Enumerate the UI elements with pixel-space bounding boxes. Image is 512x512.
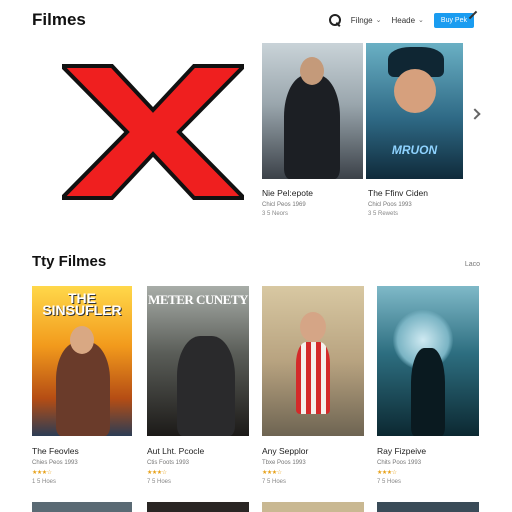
movie-meta: 3 5 Rewets	[368, 211, 399, 217]
star-icon: ★★★☆	[147, 470, 167, 476]
movie-meta: 1 5 Hoes	[32, 479, 57, 485]
poster-figure-head	[300, 57, 324, 85]
nav-dropdown-1-label: Filnge	[350, 15, 373, 25]
movie-meta: 3 5 Neors	[262, 211, 289, 217]
movie-title[interactable]: Aut Lht. Pcocle	[147, 446, 204, 456]
movie-subtitle: Chits Poos 1993	[377, 460, 422, 466]
star-icon: ★★★☆	[32, 470, 52, 476]
poster-title-text: MRUON	[391, 143, 438, 157]
top-caption-1: Nie Pel:epote Chicl Peos 1969 3 5 Neors	[262, 188, 313, 217]
star-icon: ★★★☆	[377, 470, 397, 476]
nav-dropdown-1[interactable]: Filnge ⌄	[351, 16, 382, 25]
app-title: Filmes	[32, 10, 86, 29]
movie-subtitle: Chicl Peos 1969	[262, 202, 306, 208]
red-x-mark	[62, 64, 244, 200]
poster-figure	[411, 348, 445, 436]
see-more-link[interactable]: Laco	[465, 261, 480, 268]
poster-figure-head	[300, 312, 326, 342]
movie-subtitle: Chies Peos 1993	[32, 460, 78, 466]
movie-subtitle: Tbxe Poos 1993	[262, 460, 306, 466]
grid-caption-4: Ray Fizpeive Chits Poos 1993 ★★★☆ 7 5 Ho…	[377, 446, 426, 485]
poster-title-text: THE SINSUFLER	[42, 290, 122, 318]
chevron-right-icon[interactable]	[469, 108, 481, 120]
poster-row3-4[interactable]	[377, 502, 479, 512]
buy-button[interactable]: Buy Pek	[433, 12, 474, 28]
section-title: Tty Filmes	[32, 253, 107, 270]
grid-caption-3: Any Sepplor Tbxe Poos 1993 ★★★☆ 7 5 Hoes	[262, 446, 308, 485]
movie-title[interactable]: Any Sepplor	[262, 446, 308, 456]
poster-figure	[284, 75, 340, 179]
poster-figure-head	[70, 326, 94, 354]
poster-grid-2[interactable]: METER CUNETY	[147, 286, 249, 436]
movie-meta: 7 5 Hoes	[377, 479, 402, 485]
top-caption-2: The Ffinv Ciden Chicl Poos 1993 3 5 Rewe…	[368, 188, 428, 217]
top-nav: Filnge ⌄ Heade ⌄ Buy Pek	[328, 10, 474, 30]
movie-title[interactable]: Ray Fizpeive	[377, 446, 426, 456]
movie-title[interactable]: The Feovles	[32, 446, 79, 456]
poster-row3-1[interactable]	[32, 502, 132, 512]
poster-top-1[interactable]	[262, 43, 363, 179]
movie-title[interactable]: Nie Pel:epote	[262, 188, 313, 198]
star-icon: ★★★☆	[262, 470, 282, 476]
movie-subtitle: Ctis Foots 1993	[147, 460, 190, 466]
poster-figure	[177, 336, 235, 436]
chevron-down-icon: ⌄	[375, 17, 382, 24]
poster-title-text: METER CUNETY	[148, 292, 248, 307]
poster-striped-dress	[296, 342, 330, 414]
poster-row3-3[interactable]	[262, 502, 364, 512]
grid-caption-1: The Feovles Chies Peos 1993 ★★★☆ 1 5 Hoe…	[32, 446, 79, 485]
nav-dropdown-2-label: Heade	[391, 15, 416, 25]
grid-caption-2: Aut Lht. Pcocle Ctis Foots 1993 ★★★☆ 7 5…	[147, 446, 204, 485]
nav-dropdown-2[interactable]: Heade ⌄	[391, 16, 423, 25]
movie-meta: 7 5 Hoes	[262, 479, 287, 485]
search-icon[interactable]	[328, 14, 341, 26]
poster-grid-1[interactable]: THE SINSUFLER	[32, 286, 132, 436]
movie-meta: 7 5 Hoes	[147, 479, 172, 485]
poster-figure-head	[394, 69, 436, 113]
poster-figure	[56, 342, 110, 436]
poster-top-2[interactable]: MRUON	[366, 43, 463, 179]
poster-grid-3[interactable]	[262, 286, 364, 436]
x-mark-shape	[62, 64, 244, 200]
poster-row3-2[interactable]	[147, 502, 249, 512]
poster-grid-4[interactable]	[377, 286, 479, 436]
movie-title[interactable]: The Ffinv Ciden	[368, 188, 428, 198]
movie-subtitle: Chicl Poos 1993	[368, 202, 412, 208]
chevron-down-icon: ⌄	[418, 17, 424, 24]
